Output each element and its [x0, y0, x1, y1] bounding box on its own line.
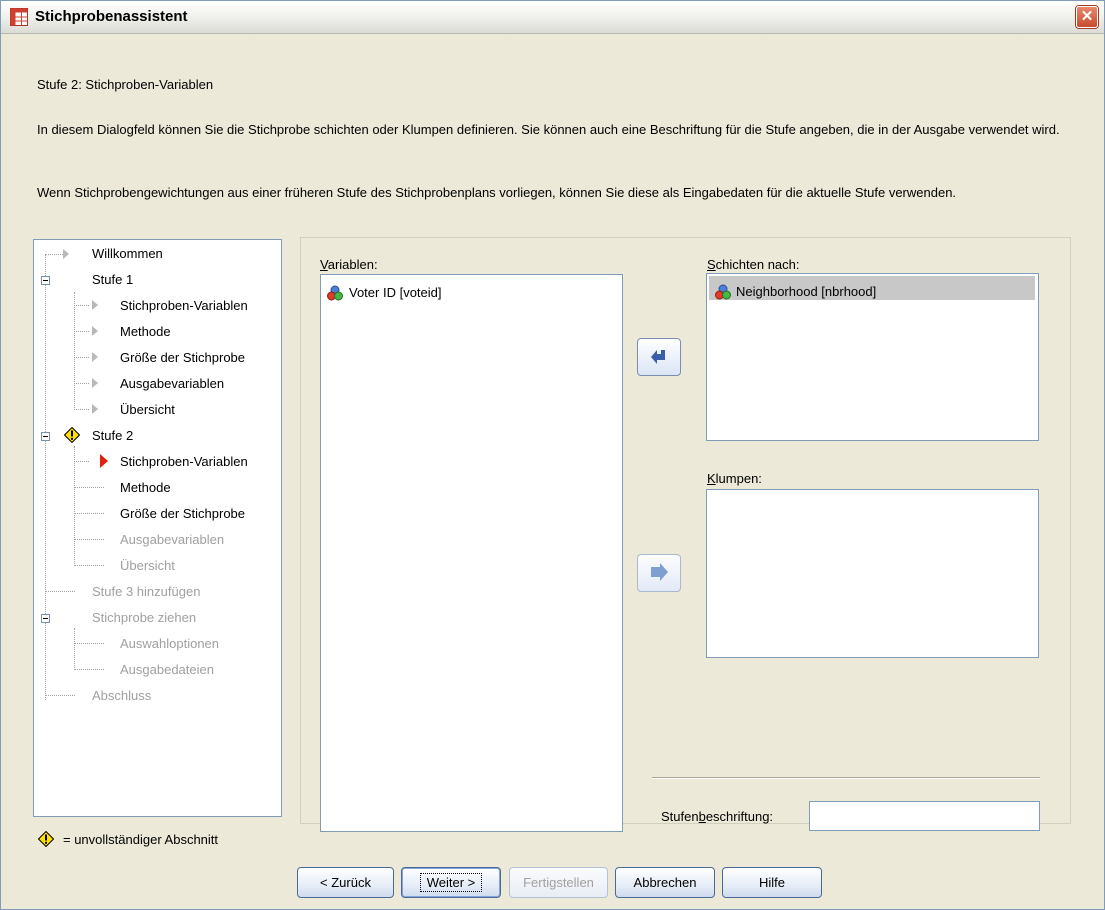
stage-label-input[interactable] [809, 801, 1040, 831]
collapse-icon[interactable] [41, 432, 50, 441]
title-bar: Stichprobenassistent ✕ [1, 1, 1104, 34]
window-title: Stichprobenassistent [35, 8, 188, 25]
variable-item[interactable]: Voter ID [voteid] [349, 285, 442, 300]
stage-label-label: Stufenbeschriftung: [661, 809, 774, 824]
arrow-left-icon [651, 350, 665, 364]
tree-item-s1-variablen[interactable]: Stichproben-Variablen [120, 298, 248, 313]
next-button[interactable]: Weiter > [401, 867, 501, 898]
nominal-variable-icon [715, 284, 731, 300]
current-step-arrow-icon [100, 454, 108, 468]
node-arrow-icon [92, 326, 98, 336]
tree-item-s1-ausgabevariablen[interactable]: Ausgabevariablen [120, 376, 224, 391]
warning-icon [38, 831, 54, 847]
strata-list[interactable]: Neighborhood [nbrhood] [706, 273, 1039, 441]
tree-item-ziehen: Stichprobe ziehen [92, 610, 197, 625]
legend-text: = unvollständiger Abschnitt [63, 832, 219, 847]
node-arrow-icon [63, 249, 69, 259]
tree-item-s1-groesse[interactable]: Größe der Stichprobe [120, 350, 245, 365]
close-icon: ✕ [1080, 8, 1094, 25]
arrow-right-icon [651, 563, 668, 581]
wizard-window: Stichprobenassistent ✕ Stufe 2: Stichpro… [0, 0, 1105, 910]
tree-item-s2-groesse[interactable]: Größe der Stichprobe [120, 506, 245, 521]
move-to-clusters-button[interactable] [637, 554, 681, 592]
step-title: Stufe 2: Stichproben-Variablen [37, 77, 214, 92]
wizard-tree: Willkommen Stufe 1 Stichproben-Variablen… [33, 239, 282, 817]
strata-item[interactable]: Neighborhood [nbrhood] [736, 284, 876, 299]
move-to-strata-button[interactable] [637, 338, 681, 376]
warning-icon [64, 427, 80, 443]
tree-item-stufe1[interactable]: Stufe 1 [92, 272, 133, 287]
description-2: Wenn Stichprobengewichtungen aus einer f… [37, 185, 957, 200]
tree-item-s2-uebersicht: Übersicht [120, 558, 175, 573]
nominal-variable-icon [327, 285, 343, 301]
tree-item-s2-variablen[interactable]: Stichproben-Variablen [120, 454, 248, 469]
tree-item-stufe2[interactable]: Stufe 2 [92, 428, 133, 443]
tree-item-s1-uebersicht[interactable]: Übersicht [120, 402, 175, 417]
help-button[interactable]: Hilfe [722, 867, 822, 898]
clusters-list[interactable] [706, 489, 1039, 658]
tree-item-s2-methode[interactable]: Methode [120, 480, 171, 495]
collapse-icon[interactable] [41, 614, 50, 623]
tree-item-auswahloptionen: Auswahloptionen [120, 636, 220, 651]
collapse-icon[interactable] [41, 276, 50, 285]
node-arrow-icon [92, 352, 98, 362]
tree-item-s1-methode[interactable]: Methode [120, 324, 171, 339]
tree-item-stufe3: Stufe 3 hinzufügen [92, 584, 201, 599]
tree-item-willkommen[interactable]: Willkommen [92, 246, 163, 261]
clusters-label: Klumpen: [707, 471, 762, 486]
finish-button: Fertigstellen [509, 867, 608, 898]
app-grid-icon [10, 8, 28, 26]
cancel-button[interactable]: Abbrechen [615, 867, 715, 898]
tree-item-ausgabedateien: Ausgabedateien [120, 662, 214, 677]
variables-label: Variablen: [320, 257, 378, 272]
back-button[interactable]: < Zurück [297, 867, 394, 898]
close-button[interactable]: ✕ [1076, 6, 1098, 28]
description-1: In diesem Dialogfeld können Sie die Stic… [37, 122, 1060, 137]
node-arrow-icon [92, 404, 98, 414]
separator [652, 777, 1040, 779]
strata-label: Schichten nach: [707, 257, 800, 272]
tree-item-abschluss: Abschluss [92, 688, 152, 703]
variables-list[interactable]: Voter ID [voteid] [320, 274, 623, 832]
node-arrow-icon [92, 300, 98, 310]
node-arrow-icon [92, 378, 98, 388]
tree-item-s2-ausgabevariablen: Ausgabevariablen [120, 532, 225, 547]
